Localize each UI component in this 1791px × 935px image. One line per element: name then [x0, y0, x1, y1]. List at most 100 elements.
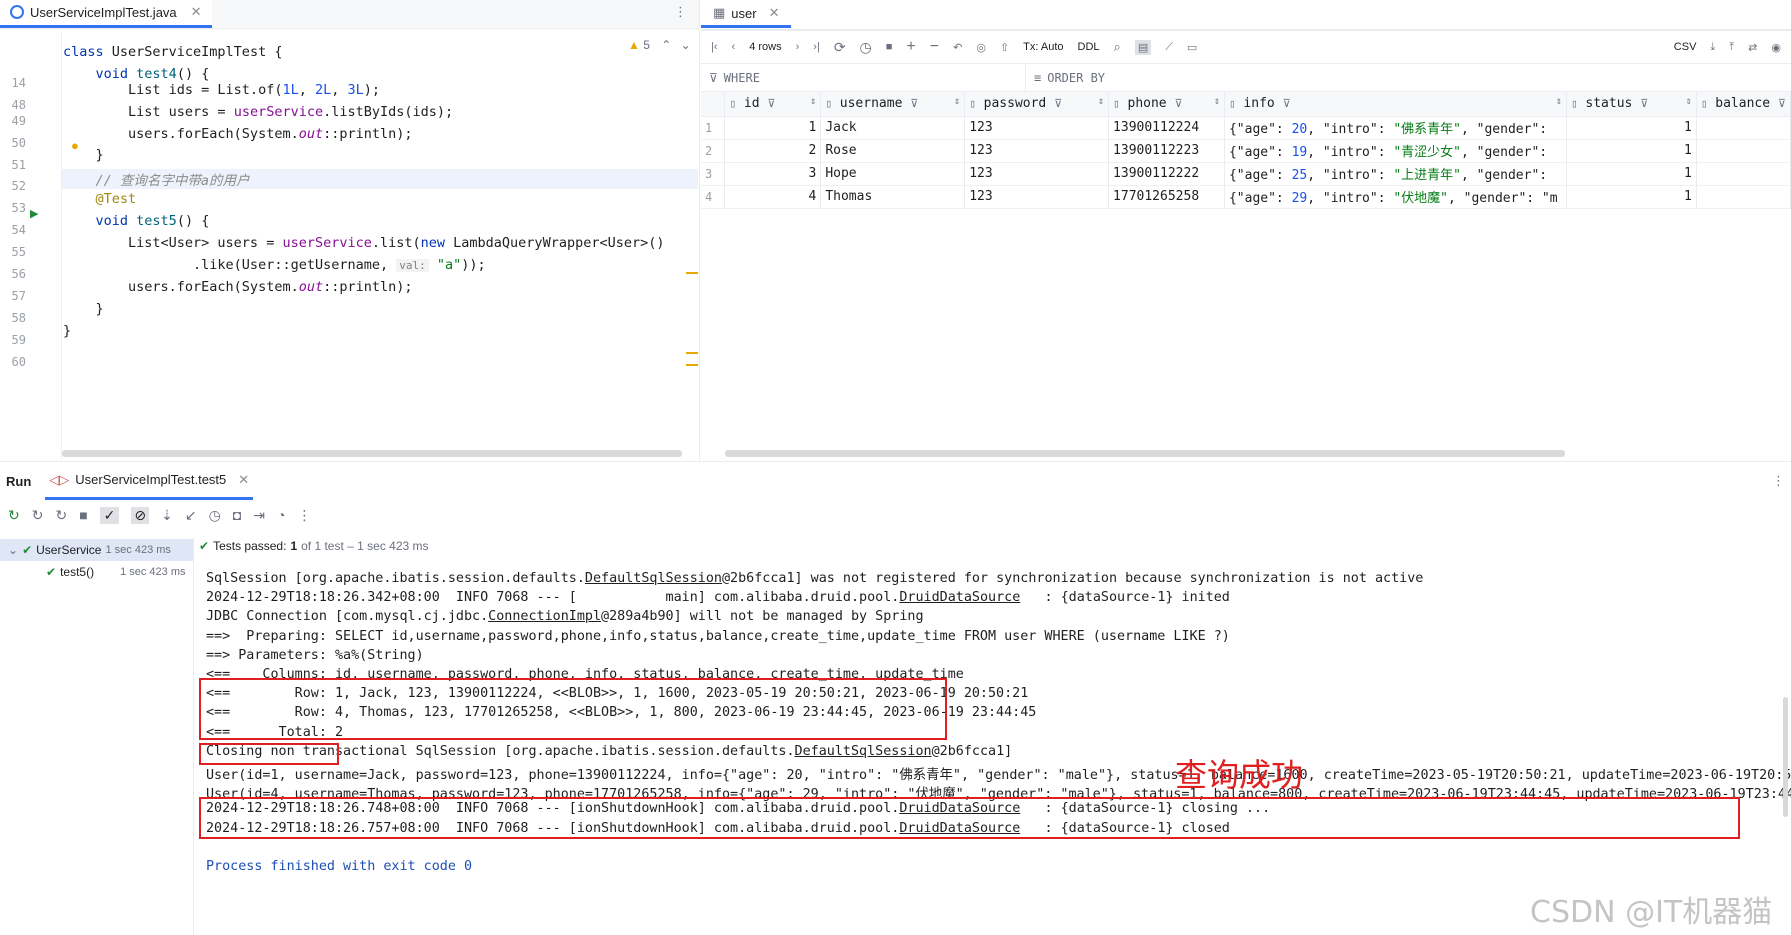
- code-editor[interactable]: UserServiceImplTest.java ✕ ⋮ 14 48 49 50 51 5…: [0, 0, 700, 460]
- search-icon[interactable]: ⌕: [1114, 39, 1121, 55]
- column-header-password[interactable]: ▯ password ⊽ ⇕: [964, 92, 1110, 117]
- cell-balance[interactable]: [1696, 185, 1791, 209]
- show-ignored-icon[interactable]: ⊘: [131, 506, 150, 524]
- column-header-username[interactable]: ▯ username ⊽ ⇕: [820, 92, 966, 117]
- code-line[interactable]: .like(User::getUsername, val: "a"));: [63, 257, 486, 273]
- console-output[interactable]: ✔ Tests passed: 1 of 1 test – 1 sec 423 …: [195, 537, 1791, 935]
- test-tree[interactable]: ⌄ ✔ UserService 1 sec 423 ms ✔ test5() 1…: [0, 537, 194, 935]
- first-page-icon[interactable]: |‹: [711, 41, 718, 53]
- close-icon[interactable]: ✕: [191, 4, 202, 20]
- ddl-button[interactable]: DDL: [1078, 41, 1100, 53]
- code-line[interactable]: }: [63, 323, 71, 339]
- panel-icon[interactable]: ▭: [1187, 41, 1197, 54]
- code-line[interactable]: List ids = List.of(1L, 2L, 3L);: [63, 82, 380, 98]
- cell-username[interactable]: Thomas: [820, 185, 966, 209]
- upload-icon[interactable]: ⤒: [1729, 41, 1734, 54]
- cell-status[interactable]: 1: [1566, 116, 1697, 140]
- grid-scrollbar[interactable]: [725, 450, 1565, 457]
- code-line[interactable]: users.forEach(System.out::println);: [63, 126, 412, 142]
- compare-icon[interactable]: ⇄: [1748, 41, 1757, 54]
- code-line[interactable]: users.forEach(System.out::println);: [63, 279, 412, 295]
- table-row[interactable]: 2 2 Rose 123 13900112223 {"age": 19, "intro":…: [701, 139, 1791, 163]
- sort-icon[interactable]: ⇕: [1214, 96, 1220, 107]
- stop-icon[interactable]: ■: [79, 507, 87, 523]
- cell-id[interactable]: 3: [724, 162, 822, 186]
- code-line[interactable]: void test5() {: [63, 213, 210, 229]
- tree-root-item[interactable]: ⌄ ✔ UserService 1 sec 423 ms: [0, 539, 193, 561]
- run-config-tab[interactable]: ◁▷ UserServiceImplTest.test5 ✕: [45, 462, 254, 500]
- close-icon[interactable]: ✕: [238, 472, 249, 488]
- editor-tab[interactable]: UserServiceImplTest.java ✕: [0, 0, 212, 28]
- screenshot-icon[interactable]: ◘: [233, 507, 241, 523]
- tree-child-item[interactable]: ✔ test5() 1 sec 423 ms: [0, 561, 193, 583]
- sort-icon[interactable]: ⇕: [1556, 96, 1562, 107]
- stop-icon[interactable]: ■: [886, 41, 893, 53]
- more-options-icon[interactable]: ⋮: [298, 507, 312, 524]
- show-passed-icon[interactable]: ✓: [99, 506, 120, 524]
- filter-icon[interactable]: ⊽: [1054, 97, 1062, 110]
- filter-icon[interactable]: ⊽: [910, 97, 918, 110]
- cell-info[interactable]: {"age": 19, "intro": "青涩少女", "gender":: [1224, 139, 1567, 163]
- code-line[interactable]: }: [63, 147, 104, 163]
- sort-alpha-icon[interactable]: ⇣: [161, 507, 173, 524]
- download-icon[interactable]: ⤓: [1710, 41, 1715, 54]
- history-icon[interactable]: ◷: [209, 507, 221, 524]
- column-header-status[interactable]: ▯ status ⊽ ⇕: [1566, 92, 1697, 117]
- more-options-icon[interactable]: ⋮: [674, 4, 699, 28]
- grid-view-icon[interactable]: ▤: [1134, 39, 1152, 55]
- filter-icon[interactable]: ⊽: [1778, 97, 1786, 110]
- import-icon[interactable]: ◔: [277, 507, 285, 523]
- chevron-up-icon[interactable]: ⌃: [661, 38, 671, 52]
- orderby-filter[interactable]: ≡ ORDER BY: [1026, 71, 1105, 85]
- chevron-down-icon[interactable]: ⌄: [8, 543, 18, 557]
- sort-icon[interactable]: ⇕: [810, 96, 816, 107]
- filter-icon[interactable]: ⊽: [767, 97, 775, 110]
- table-row[interactable]: 4 4 Thomas 123 17701265258 {"age": 29, "intro…: [701, 185, 1791, 209]
- cell-status[interactable]: 1: [1566, 185, 1697, 209]
- table-row[interactable]: 1 1 Jack 123 13900112224 {"age": 20, "intro":…: [701, 116, 1791, 140]
- cell-username[interactable]: Hope: [820, 162, 966, 186]
- filter-icon[interactable]: ⊽: [1640, 97, 1648, 110]
- cell-password[interactable]: 123: [964, 139, 1110, 163]
- cell-info[interactable]: {"age": 20, "intro": "佛系青年", "gender":: [1224, 116, 1567, 140]
- cell-phone[interactable]: 17701265258: [1108, 185, 1225, 209]
- export-icon[interactable]: ⇥: [253, 507, 265, 524]
- cell-username[interactable]: Jack: [820, 116, 966, 140]
- code-line[interactable]: void test4() {: [63, 66, 210, 82]
- inspection-widget[interactable]: ▲ 5 ⌃ ⌄: [628, 38, 691, 52]
- filter-icon[interactable]: ⊽: [1174, 97, 1182, 110]
- cell-password[interactable]: 123: [964, 116, 1110, 140]
- more-options-icon[interactable]: ⋮: [1772, 473, 1785, 489]
- submit-icon[interactable]: ⇧: [1000, 41, 1009, 54]
- cell-status[interactable]: 1: [1566, 162, 1697, 186]
- cell-phone[interactable]: 13900112222: [1108, 162, 1225, 186]
- code-line[interactable]: List users = userService.listByIds(ids);: [63, 104, 453, 120]
- console-scrollbar[interactable]: [1783, 697, 1788, 817]
- sort-icon[interactable]: ⇕: [1686, 96, 1692, 107]
- export-format-dropdown[interactable]: CSV: [1674, 41, 1697, 53]
- cell-password[interactable]: 123: [964, 162, 1110, 186]
- next-page-icon[interactable]: ›: [796, 41, 800, 53]
- code-line[interactable]: // 查询名字中带a的用户: [62, 169, 698, 189]
- table-row[interactable]: 3 3 Hope 123 13900112222 {"age": 25, "intro":…: [701, 162, 1791, 186]
- prev-page-icon[interactable]: ‹: [732, 41, 736, 53]
- tx-mode-dropdown[interactable]: Tx: Auto: [1023, 41, 1063, 53]
- preview-icon[interactable]: ◎: [976, 41, 986, 54]
- code-line[interactable]: class UserServiceImplTest {: [63, 44, 282, 60]
- run-test-icon[interactable]: ▶: [30, 207, 38, 220]
- delete-row-icon[interactable]: −: [930, 38, 939, 56]
- revert-icon[interactable]: ↶: [953, 41, 962, 54]
- column-header-id[interactable]: ▯ id ⊽ ⇕: [724, 92, 822, 117]
- column-header-balance[interactable]: ▯ balance ⊽: [1696, 92, 1791, 117]
- cell-id[interactable]: 1: [724, 116, 822, 140]
- cell-id[interactable]: 2: [724, 139, 822, 163]
- column-header-info[interactable]: ▯ info ⊽ ⇕: [1224, 92, 1567, 117]
- column-header-phone[interactable]: ▯ phone ⊽ ⇕: [1108, 92, 1225, 117]
- sort-icon[interactable]: ⇕: [954, 96, 960, 107]
- code-line[interactable]: @Test: [63, 191, 137, 207]
- history-icon[interactable]: ◷: [860, 39, 872, 56]
- editor-scrollbar[interactable]: [62, 450, 682, 457]
- cell-id[interactable]: 4: [724, 185, 822, 209]
- cell-balance[interactable]: [1696, 116, 1791, 140]
- rerun-debug-icon[interactable]: ↻: [55, 507, 67, 524]
